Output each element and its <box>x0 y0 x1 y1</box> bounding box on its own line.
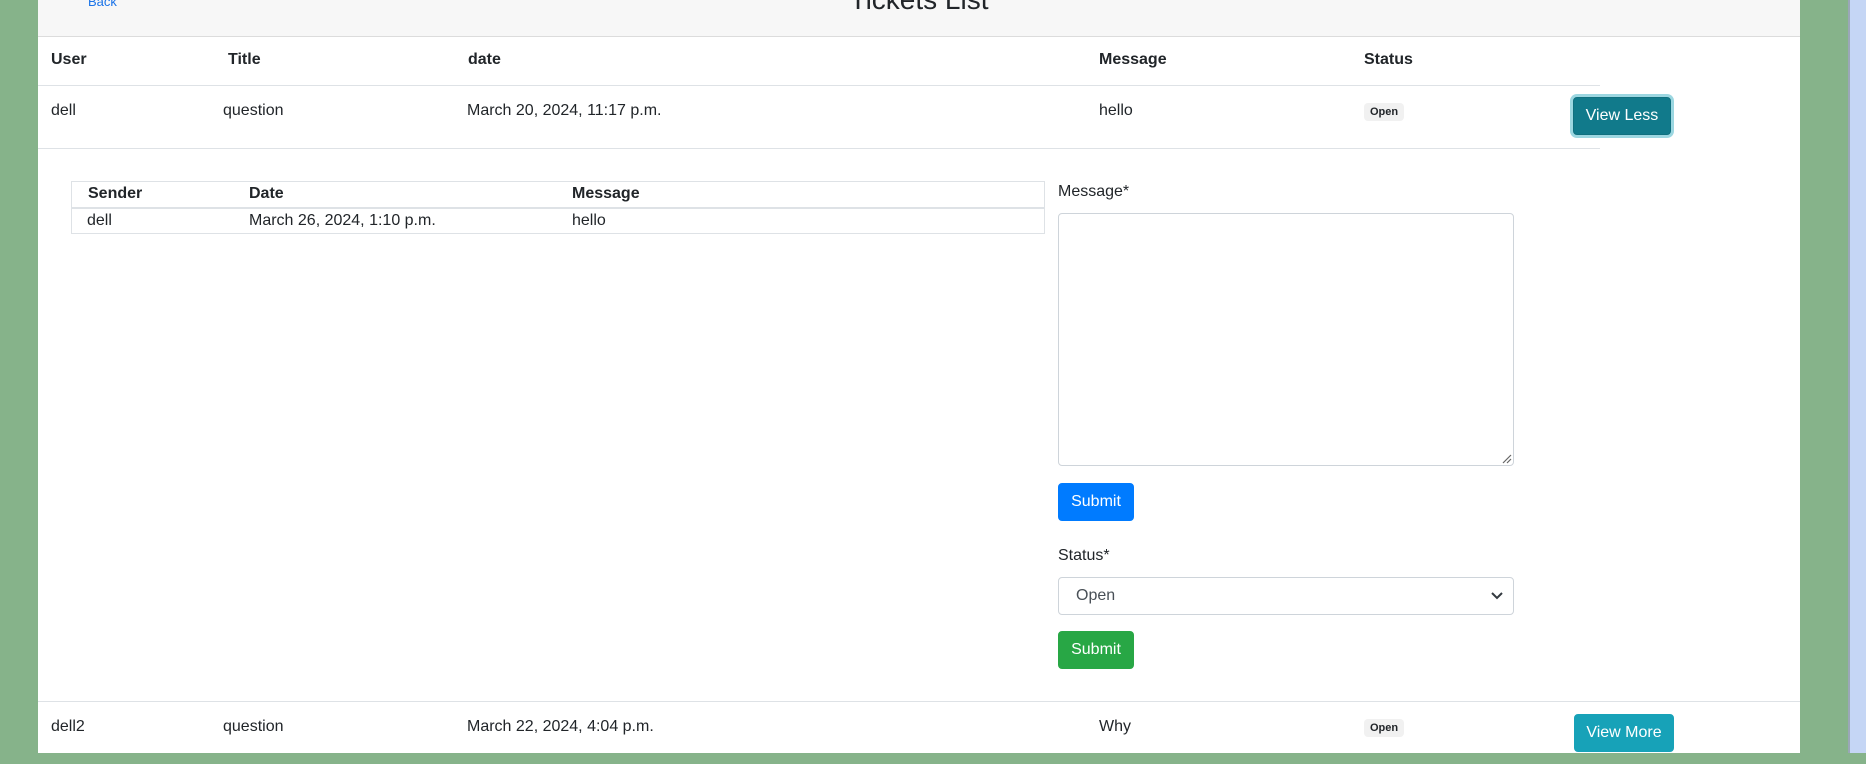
column-header-user: User <box>51 51 87 68</box>
view-more-button[interactable]: View More <box>1574 714 1674 752</box>
status-submit-button[interactable]: Submit <box>1058 631 1134 669</box>
tickets-panel: Back Tickets List User Title date Messag… <box>38 0 1800 753</box>
window-side-strip <box>1850 0 1866 753</box>
messages-table-row: dell March 26, 2024, 1:10 p.m. hello <box>72 209 1044 233</box>
row-message: hello <box>1099 102 1133 119</box>
row-date: March 22, 2024, 4:04 p.m. <box>467 718 654 735</box>
row-date: March 20, 2024, 11:17 p.m. <box>467 102 662 119</box>
table-header-row: User Title date Message Status <box>38 37 1600 86</box>
column-header-date: Date <box>249 185 284 202</box>
messages-table-header: Sender Date Message <box>72 182 1044 209</box>
messages-table: Sender Date Message dell March 26, 2024,… <box>71 181 1045 234</box>
row-user: dell <box>51 102 76 119</box>
column-header-sender: Sender <box>88 185 143 202</box>
message-sender: dell <box>87 212 112 229</box>
status-badge: Open <box>1364 719 1405 737</box>
column-header-date: date <box>468 51 501 68</box>
status-select-value: Open <box>1076 587 1116 604</box>
row-message: Why <box>1099 718 1131 735</box>
status-badge: Open <box>1364 103 1405 121</box>
column-header-message: Message <box>572 185 640 202</box>
message-text: hello <box>572 212 606 229</box>
message-submit-button[interactable]: Submit <box>1058 483 1134 521</box>
row-user: dell2 <box>51 718 85 735</box>
page-title: Tickets List <box>38 0 1800 18</box>
resize-grip-icon[interactable] <box>1500 452 1512 464</box>
row-divider <box>38 148 1600 149</box>
status-select[interactable]: Open <box>1058 577 1514 615</box>
table-row: dell2 question March 22, 2024, 4:04 p.m.… <box>38 702 1600 764</box>
status-label: Status* <box>1058 547 1110 564</box>
page-header: Back Tickets List <box>38 0 1800 37</box>
column-header-title: Title <box>228 51 261 68</box>
column-header-status: Status <box>1364 51 1413 68</box>
row-title: question <box>223 102 284 119</box>
column-header-message: Message <box>1099 51 1167 68</box>
message-label: Message* <box>1058 183 1130 200</box>
view-less-button[interactable]: View Less <box>1573 97 1671 135</box>
message-date: March 26, 2024, 1:10 p.m. <box>249 212 436 229</box>
message-textarea[interactable] <box>1058 213 1514 466</box>
chevron-down-icon <box>1491 592 1503 600</box>
table-row: dell question March 20, 2024, 11:17 p.m.… <box>38 86 1600 148</box>
row-title: question <box>223 718 284 735</box>
